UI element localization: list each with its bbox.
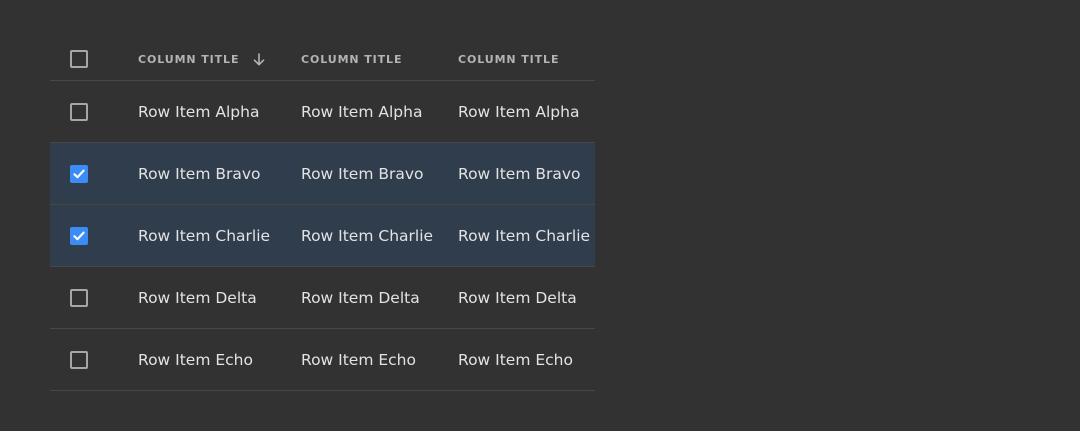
table-row[interactable]: Row Item Bravo Row Item Bravo Row Item B… — [50, 143, 595, 205]
column-header-3[interactable]: COLUMN TITLE — [458, 38, 559, 80]
column-header-2[interactable]: COLUMN TITLE — [301, 38, 402, 80]
table-cell: Row Item Echo — [301, 350, 416, 369]
table-cell: Row Item Charlie — [458, 226, 591, 245]
table-cell: Row Item Alpha — [138, 102, 260, 121]
column-header-1[interactable]: COLUMN TITLE — [138, 38, 265, 80]
table-row[interactable]: Row Item Delta Row Item Delta Row Item D… — [50, 267, 595, 329]
row-checkbox[interactable] — [70, 226, 88, 245]
table-cell: Row Item Charlie — [301, 226, 434, 245]
sort-descending-icon[interactable] — [253, 52, 265, 66]
table-cell: Row Item Charlie — [138, 226, 271, 245]
row-checkbox[interactable] — [70, 102, 88, 121]
row-checkbox[interactable] — [70, 288, 88, 307]
column-title-1: COLUMN TITLE — [138, 52, 240, 66]
table-cell: Row Item Bravo — [138, 164, 261, 183]
header-select-cell — [70, 38, 88, 80]
row-select-cell — [70, 81, 88, 142]
table-cell: Row Item Alpha — [458, 102, 580, 121]
row-select-cell — [70, 143, 88, 204]
table-cell: Row Item Alpha — [301, 102, 423, 121]
table-cell: Row Item Delta — [301, 288, 420, 307]
row-checkbox[interactable] — [70, 164, 88, 183]
table-row[interactable]: Row Item Charlie Row Item Charlie Row It… — [50, 205, 595, 267]
table-cell: Row Item Delta — [138, 288, 257, 307]
table-row[interactable]: Row Item Echo Row Item Echo Row Item Ech… — [50, 329, 595, 391]
table-cell: Row Item Bravo — [458, 164, 581, 183]
row-select-cell — [70, 205, 88, 266]
column-title-2: COLUMN TITLE — [301, 52, 403, 66]
checkmark-icon — [73, 169, 85, 178]
table-row[interactable]: Row Item Alpha Row Item Alpha Row Item A… — [50, 81, 595, 143]
table-cell: Row Item Bravo — [301, 164, 424, 183]
row-checkbox[interactable] — [70, 350, 88, 369]
select-all-checkbox[interactable] — [70, 50, 88, 68]
table-cell: Row Item Delta — [458, 288, 577, 307]
checkmark-icon — [73, 231, 85, 240]
row-select-cell — [70, 329, 88, 390]
data-table: COLUMN TITLE COLUMN TITLE COLUMN TITLE R… — [50, 38, 595, 391]
column-title-3: COLUMN TITLE — [458, 52, 560, 66]
row-select-cell — [70, 267, 88, 328]
table-cell: Row Item Echo — [138, 350, 253, 369]
table-cell: Row Item Echo — [458, 350, 573, 369]
table-header: COLUMN TITLE COLUMN TITLE COLUMN TITLE — [50, 38, 595, 81]
